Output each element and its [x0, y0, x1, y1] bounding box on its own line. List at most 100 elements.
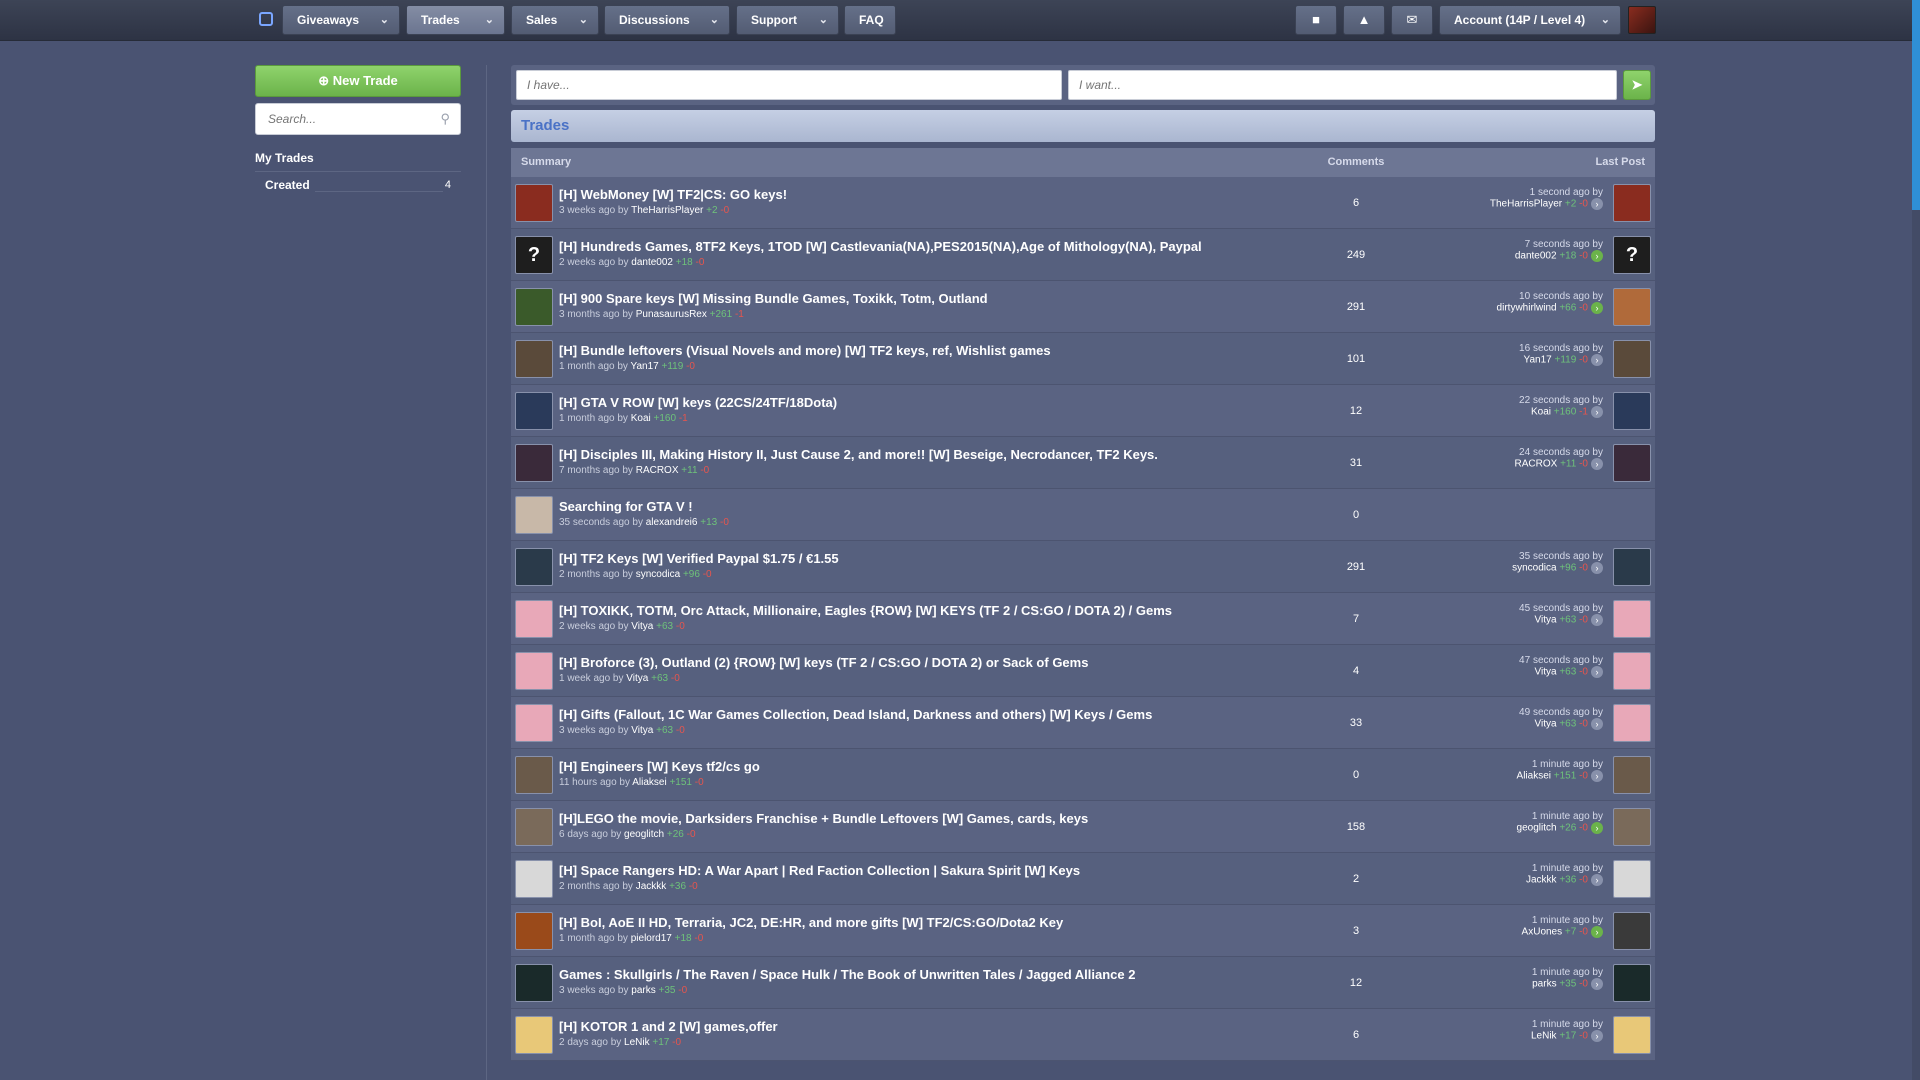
avatar[interactable]	[515, 392, 553, 430]
author-link[interactable]: pielord17	[631, 933, 672, 944]
last-post-user[interactable]: LeNik	[1531, 1031, 1557, 1042]
table-row[interactable]: [H] GTA V ROW [W] keys (22CS/24TF/18Dota…	[511, 385, 1655, 437]
table-row[interactable]: [H]LEGO the movie, Darksiders Franchise …	[511, 801, 1655, 853]
trade-title-link[interactable]: [H] KOTOR 1 and 2 [W] games,offer	[559, 1019, 778, 1034]
last-post-user[interactable]: dante002	[1515, 251, 1557, 262]
logo-icon[interactable]	[259, 12, 273, 26]
author-link[interactable]: parks	[631, 985, 655, 996]
avatar[interactable]	[1613, 600, 1651, 638]
author-link[interactable]: RACROX	[636, 465, 679, 476]
trade-title-link[interactable]: [H] Engineers [W] Keys tf2/cs go	[559, 759, 760, 774]
table-row[interactable]: [H] Bundle leftovers (Visual Novels and …	[511, 333, 1655, 385]
author-link[interactable]: Jackkk	[636, 881, 667, 892]
avatar[interactable]	[515, 340, 553, 378]
last-post-user[interactable]: TheHarrisPlayer	[1490, 199, 1562, 210]
avatar[interactable]	[1613, 964, 1651, 1002]
search-input[interactable]	[266, 104, 430, 134]
nav-trades[interactable]: Trades ⌄	[406, 5, 505, 35]
avatar[interactable]	[1613, 652, 1651, 690]
avatar[interactable]	[515, 756, 553, 794]
table-row[interactable]: ? [H] Hundreds Games, 8TF2 Keys, 1TOD [W]…	[511, 229, 1655, 281]
arrow-circle-icon[interactable]: ›	[1591, 770, 1603, 782]
avatar[interactable]	[1613, 288, 1651, 326]
avatar[interactable]	[515, 964, 553, 1002]
avatar[interactable]	[515, 652, 553, 690]
arrow-circle-icon[interactable]: ›	[1591, 562, 1603, 574]
arrow-circle-icon[interactable]: ›	[1591, 1030, 1603, 1042]
author-link[interactable]: geoglitch	[624, 829, 664, 840]
arrow-circle-icon[interactable]: ›	[1591, 406, 1603, 418]
envelope-icon[interactable]: ✉	[1391, 5, 1433, 35]
header-last-post[interactable]: Last Post	[1595, 148, 1645, 177]
table-row[interactable]: [H] Disciples III, Making History II, Ju…	[511, 437, 1655, 489]
author-link[interactable]: alexandrei6	[646, 517, 698, 528]
arrow-circle-icon[interactable]: ›	[1591, 718, 1603, 730]
author-link[interactable]: Vitya	[631, 725, 653, 736]
avatar[interactable]	[515, 808, 553, 846]
author-link[interactable]: PunasaurusRex	[636, 309, 707, 320]
trade-title-link[interactable]: [H] Hundreds Games, 8TF2 Keys, 1TOD [W] …	[559, 239, 1202, 254]
avatar[interactable]	[1628, 6, 1656, 34]
trade-title-link[interactable]: [H] Broforce (3), Outland (2) {ROW} [W] …	[559, 655, 1088, 670]
trade-title-link[interactable]: [H] Gifts (Fallout, 1C War Games Collect…	[559, 707, 1152, 722]
table-row[interactable]: Games : Skullgirls / The Raven / Space H…	[511, 957, 1655, 1009]
nav-giveaways[interactable]: Giveaways ⌄	[282, 5, 400, 35]
last-post-user[interactable]: geoglitch	[1517, 823, 1557, 834]
account-dropdown[interactable]: Account (14P / Level 4) ⌄	[1439, 5, 1621, 35]
last-post-user[interactable]: Yan17	[1524, 355, 1552, 366]
avatar[interactable]	[515, 496, 553, 534]
author-link[interactable]: Yan17	[631, 361, 659, 372]
author-link[interactable]: TheHarrisPlayer	[631, 205, 703, 216]
header-summary[interactable]: Summary	[521, 148, 571, 177]
avatar[interactable]	[1613, 340, 1651, 378]
have-input[interactable]	[516, 70, 1062, 100]
author-link[interactable]: LeNik	[624, 1037, 650, 1048]
arrow-circle-icon[interactable]: ›	[1591, 302, 1603, 314]
last-post-user[interactable]: Koai	[1531, 407, 1551, 418]
table-row[interactable]: [H] Engineers [W] Keys tf2/cs go 11 hours…	[511, 749, 1655, 801]
last-post-user[interactable]: Vitya	[1535, 615, 1557, 626]
arrow-circle-icon[interactable]: ›	[1591, 458, 1603, 470]
avatar[interactable]	[515, 600, 553, 638]
table-row[interactable]: [H] 900 Spare keys [W] Missing Bundle Ga…	[511, 281, 1655, 333]
avatar[interactable]: ?	[1613, 236, 1651, 274]
avatar[interactable]	[1613, 704, 1651, 742]
trade-title-link[interactable]: [H] 900 Spare keys [W] Missing Bundle Ga…	[559, 291, 988, 306]
author-link[interactable]: Aliaksei	[632, 777, 666, 788]
avatar[interactable]	[515, 548, 553, 586]
nav-faq[interactable]: FAQ	[844, 5, 896, 35]
nav-discussions[interactable]: Discussions ⌄	[604, 5, 730, 35]
trade-title-link[interactable]: [H]LEGO the movie, Darksiders Franchise …	[559, 811, 1088, 826]
last-post-user[interactable]: dirtywhirlwind	[1497, 303, 1557, 314]
avatar[interactable]	[1613, 756, 1651, 794]
arrow-circle-icon[interactable]: ›	[1591, 978, 1603, 990]
trade-title-link[interactable]: [H] Disciples III, Making History II, Ju…	[559, 447, 1158, 462]
last-post-user[interactable]: Aliaksei	[1517, 771, 1551, 782]
scrollbar-thumb[interactable]	[1912, 0, 1920, 210]
search-icon[interactable]: ⚲	[440, 111, 450, 127]
header-comments[interactable]: Comments	[1306, 148, 1406, 177]
avatar[interactable]	[515, 288, 553, 326]
nav-support[interactable]: Support ⌄	[736, 5, 839, 35]
table-row[interactable]: [H] KOTOR 1 and 2 [W] games,offer 2 days …	[511, 1009, 1655, 1061]
trade-title-link[interactable]: [H] GTA V ROW [W] keys (22CS/24TF/18Dota…	[559, 395, 837, 410]
table-row[interactable]: [H] Broforce (3), Outland (2) {ROW} [W] …	[511, 645, 1655, 697]
last-post-user[interactable]: parks	[1532, 979, 1556, 990]
last-post-user[interactable]: syncodica	[1512, 563, 1556, 574]
trade-title-link[interactable]: [H] TOXIKK, TOTM, Orc Attack, Millionair…	[559, 603, 1172, 618]
author-link[interactable]: syncodica	[636, 569, 680, 580]
want-input[interactable]	[1068, 70, 1617, 100]
arrow-circle-icon[interactable]: ›	[1591, 198, 1603, 210]
avatar[interactable]	[515, 184, 553, 222]
arrow-circle-icon[interactable]: ›	[1591, 666, 1603, 678]
last-post-user[interactable]: Vitya	[1535, 719, 1557, 730]
author-link[interactable]: Vitya	[626, 673, 648, 684]
arrow-circle-icon[interactable]: ›	[1591, 822, 1603, 834]
avatar[interactable]	[1613, 548, 1651, 586]
last-post-user[interactable]: AxUones	[1522, 927, 1563, 938]
avatar[interactable]	[1613, 444, 1651, 482]
avatar[interactable]	[1613, 912, 1651, 950]
table-row[interactable]: [H] TF2 Keys [W] Verified Paypal $1.75 /…	[511, 541, 1655, 593]
avatar[interactable]	[515, 912, 553, 950]
last-post-user[interactable]: Vitya	[1535, 667, 1557, 678]
